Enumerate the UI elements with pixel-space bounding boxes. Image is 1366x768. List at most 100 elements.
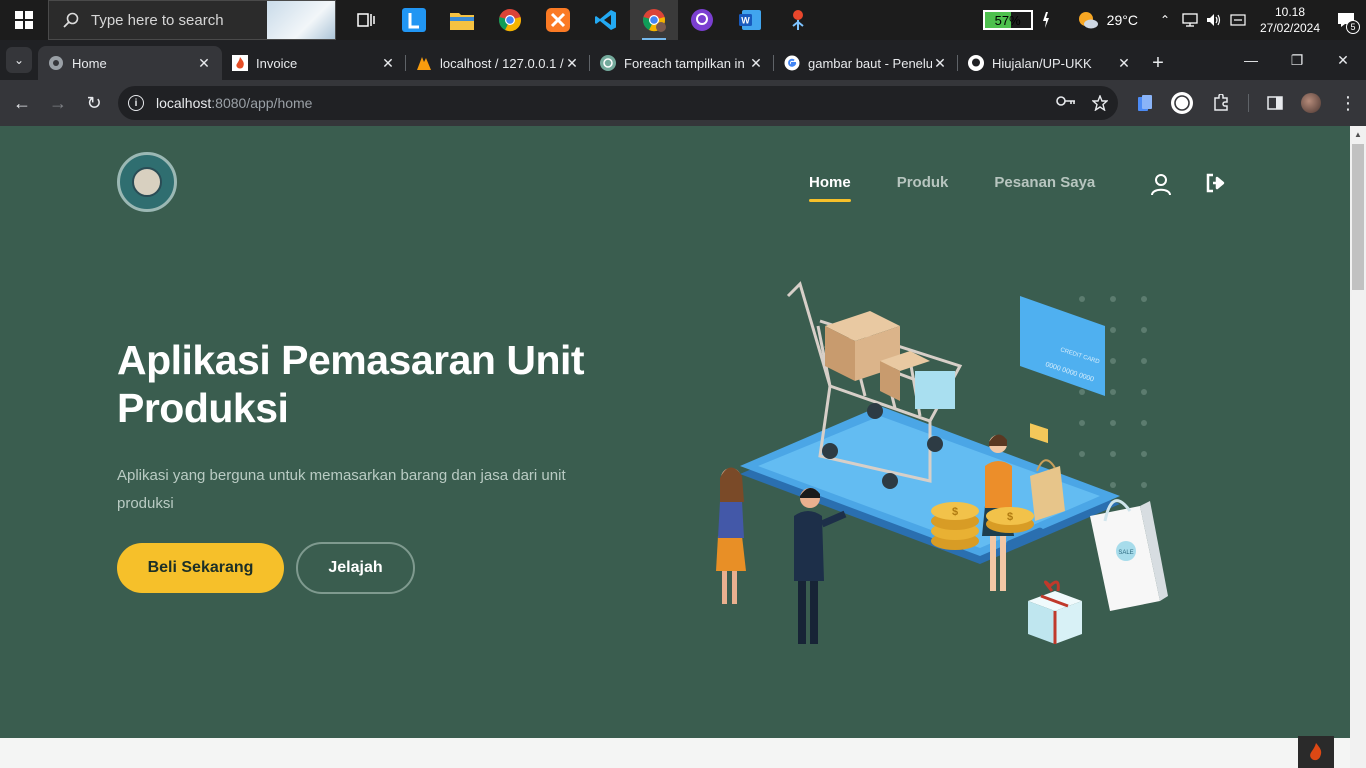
window-controls: — ❐ ✕ [1228, 40, 1366, 80]
back-button[interactable]: ← [4, 85, 40, 121]
tab-phpmyadmin[interactable]: localhost / 127.0.0.1 / ✕ [406, 46, 590, 80]
woman-left-figure [716, 467, 746, 604]
scroll-up-arrow-icon[interactable]: ▲ [1350, 126, 1366, 142]
power-plug-icon [1042, 12, 1049, 28]
tab-close-icon[interactable]: ✕ [564, 55, 580, 72]
main-navigation: Home Produk Pesanan Saya [809, 174, 1095, 202]
arrow-left-icon: ← [13, 92, 31, 113]
codeigniter-icon [232, 55, 248, 71]
input-indicator-icon[interactable] [1230, 13, 1246, 27]
google-icon [784, 55, 800, 71]
kebab-menu-icon[interactable]: ⋮ [1339, 94, 1357, 112]
school-logo[interactable] [117, 152, 177, 212]
extensions-area: ⋮ [1138, 91, 1357, 115]
hero-subtitle: Aplikasi yang berguna untuk memasarkan b… [117, 467, 566, 512]
logout-icon[interactable] [1205, 173, 1227, 193]
battery-percent: 57% [994, 12, 1021, 28]
side-panel-icon[interactable] [1267, 95, 1283, 111]
beli-sekarang-button[interactable]: Beli Sekarang [117, 543, 284, 593]
site-info-icon[interactable]: i [128, 95, 144, 111]
svg-text:$: $ [952, 506, 958, 518]
url-text[interactable]: localhost:8080/app/home [156, 95, 1056, 111]
extension-docs-icon[interactable] [1138, 95, 1152, 111]
search-icon [63, 12, 79, 28]
taskbar-github-desktop[interactable] [678, 0, 726, 40]
bookmark-star-icon[interactable] [1092, 95, 1108, 111]
globe-icon [48, 55, 64, 71]
taskbar-git-tool[interactable] [774, 0, 822, 40]
tab-close-icon[interactable]: ✕ [932, 55, 948, 72]
arrow-right-icon: → [49, 92, 67, 113]
chevron-up-icon[interactable]: ⌃ [1160, 13, 1170, 27]
browser-toolbar: ← → ↻ i localhost:8080/app/home ⋮ [0, 80, 1366, 126]
new-tab-button[interactable]: + [1142, 46, 1174, 80]
chrome-icon [499, 9, 521, 32]
network-icon[interactable] [1182, 13, 1198, 27]
url-path: :8080/app/home [211, 95, 313, 111]
reload-button[interactable]: ↻ [76, 85, 112, 121]
tab-title: Invoice [256, 55, 298, 71]
browser-tab-strip: ⌄ Home ✕ Invoice ✕ localhost / 127.0.0.1… [0, 40, 1366, 80]
codeigniter-debug-toolbar-button[interactable] [1298, 736, 1334, 768]
tab-close-icon[interactable]: ✕ [380, 55, 396, 72]
profile-avatar[interactable] [1301, 93, 1321, 113]
taskbar-app-l[interactable] [390, 0, 438, 40]
tab-chatgpt[interactable]: Foreach tampilkan in ✕ [590, 46, 774, 80]
extensions-puzzle-icon[interactable] [1212, 94, 1230, 112]
tab-google-search[interactable]: gambar baut - Penelu ✕ [774, 46, 958, 80]
polar-bear-image [267, 1, 335, 39]
cart-boxes [825, 311, 955, 409]
nav-produk-link[interactable]: Produk [897, 174, 949, 199]
forward-button[interactable]: → [40, 85, 76, 121]
close-window-button[interactable]: ✕ [1320, 40, 1366, 80]
taskbar-word[interactable]: W [726, 0, 774, 40]
tab-home[interactable]: Home ✕ [38, 46, 222, 80]
key-icon[interactable] [1056, 95, 1076, 107]
toolbar-divider [1248, 94, 1249, 112]
tab-close-icon[interactable]: ✕ [748, 55, 764, 72]
shopping-illustration: CREDIT CARD 0000 0000 0000 $ $ SALE [716, 281, 1168, 644]
volume-icon[interactable] [1206, 13, 1222, 27]
system-tray: 57% 29°C ⌃ 10.18 27/02/2024 5 [982, 0, 1366, 40]
chatgpt-icon [600, 55, 616, 71]
task-view-button[interactable] [342, 0, 390, 40]
chevron-down-icon: ⌄ [13, 53, 25, 67]
page-scrollbar[interactable]: ▲ [1350, 126, 1366, 768]
taskbar-search-box[interactable]: Type here to search [48, 0, 336, 40]
hero-section: Home Produk Pesanan Saya Aplikasi Pemasa… [0, 126, 1350, 738]
word-icon: W [739, 10, 761, 30]
notification-center-button[interactable]: 5 [1326, 0, 1366, 40]
start-button[interactable] [0, 0, 48, 40]
weather-temperature[interactable]: 29°C [1107, 12, 1138, 28]
tab-close-icon[interactable]: ✕ [196, 55, 212, 72]
minimize-button[interactable]: — [1228, 40, 1274, 80]
taskbar-xampp[interactable] [534, 0, 582, 40]
tab-close-icon[interactable]: ✕ [1116, 55, 1132, 72]
address-bar[interactable]: i localhost:8080/app/home [118, 86, 1118, 120]
page-viewport: Home Produk Pesanan Saya Aplikasi Pemasa… [0, 126, 1350, 768]
xampp-icon [546, 8, 570, 32]
taskbar-clock[interactable]: 10.18 27/02/2024 [1254, 4, 1326, 36]
taskbar-chrome-active[interactable] [630, 0, 678, 40]
tab-search-button[interactable]: ⌄ [6, 47, 32, 73]
scrollbar-thumb[interactable] [1352, 144, 1364, 290]
github-icon [968, 55, 984, 71]
battery-indicator[interactable]: 57% [982, 10, 1033, 30]
man-figure [794, 487, 847, 644]
extension-circle-icon[interactable] [1170, 91, 1194, 115]
tab-invoice[interactable]: Invoice ✕ [222, 46, 406, 80]
nav-pesanan-saya-link[interactable]: Pesanan Saya [994, 174, 1095, 199]
minimize-icon: — [1244, 52, 1258, 68]
tab-github[interactable]: Hiujalan/UP-UKK ✕ [958, 46, 1142, 80]
task-view-icon [357, 13, 375, 27]
windows-taskbar: Type here to search W 57% 29°C ⌃ 10.18 2… [0, 0, 1366, 40]
taskbar-chrome[interactable] [486, 0, 534, 40]
user-icon[interactable] [1151, 174, 1171, 196]
nav-home-link[interactable]: Home [809, 174, 851, 202]
taskbar-vscode[interactable] [582, 0, 630, 40]
restore-button[interactable]: ❐ [1274, 40, 1320, 80]
jelajah-button[interactable]: Jelajah [296, 542, 415, 594]
taskbar-file-explorer[interactable] [438, 0, 486, 40]
logo-emblem [132, 167, 162, 197]
git-tool-icon [792, 10, 804, 30]
